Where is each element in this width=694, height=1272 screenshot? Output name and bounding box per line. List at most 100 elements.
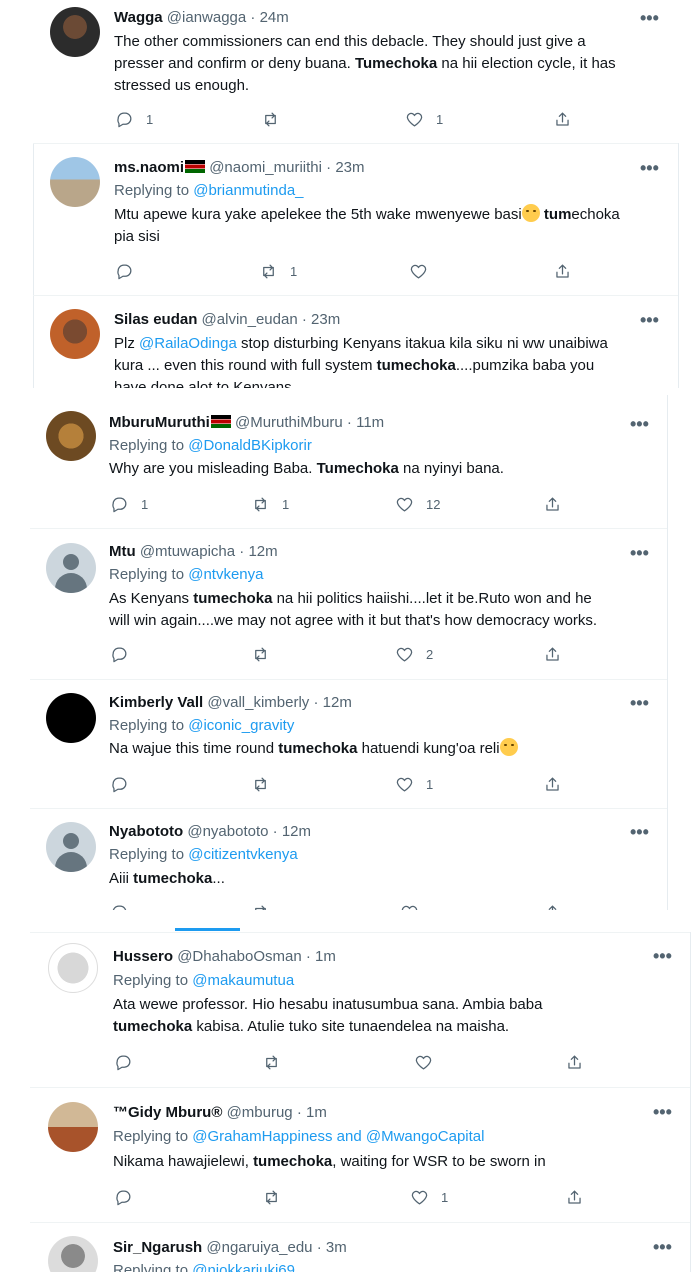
like-button[interactable] [400, 903, 419, 910]
avatar[interactable] [46, 543, 96, 593]
like-button[interactable]: 1 [405, 110, 443, 129]
mention-link[interactable]: @citizentvkenya [188, 846, 297, 863]
mention-link[interactable]: @ntvkenya [188, 566, 263, 583]
share-button[interactable] [565, 1188, 584, 1207]
reply-button[interactable] [110, 775, 129, 794]
retweet-button[interactable] [251, 903, 270, 910]
handle[interactable]: @mtuwapicha [140, 543, 235, 560]
more-options-icon[interactable]: ••• [653, 947, 672, 965]
handle[interactable]: @ngaruiya_edu [206, 1239, 312, 1256]
tweet[interactable]: ™Gidy Mburu® @mburug · 1m ••• Replying t… [0, 1088, 694, 1222]
reply-button[interactable] [114, 1188, 133, 1207]
share-button[interactable] [543, 775, 562, 794]
handle[interactable]: @vall_kimberly [207, 694, 309, 711]
reply-button[interactable] [114, 1053, 133, 1072]
mention-link[interactable]: @RailaOdinga [139, 335, 237, 352]
share-button[interactable] [543, 495, 562, 514]
display-name[interactable]: Mtu [109, 543, 136, 560]
tweet[interactable]: Kimberly Vall @vall_kimberly · 12m ••• R… [0, 680, 694, 808]
like-button[interactable] [414, 1053, 433, 1072]
more-options-icon[interactable]: ••• [630, 823, 649, 841]
tweet[interactable]: MburuMuruthi @MuruthiMburu · 11m ••• Rep… [0, 395, 694, 528]
handle[interactable]: @MuruthiMburu [235, 414, 343, 431]
like-button[interactable]: 1 [410, 1188, 448, 1207]
avatar[interactable] [48, 943, 98, 993]
tweet[interactable]: Silas eudan @alvin_eudan · 23m ••• Plz @… [0, 296, 694, 388]
mention-link[interactable]: @GrahamHappiness and @MwangoCapital [192, 1128, 484, 1145]
display-name[interactable]: ™Gidy Mburu® [113, 1104, 222, 1121]
timestamp[interactable]: 12m [282, 823, 311, 840]
timestamp[interactable]: 1m [315, 948, 336, 965]
timestamp[interactable]: 23m [311, 311, 340, 328]
retweet-button[interactable] [262, 1053, 281, 1072]
handle[interactable]: @DhahaboOsman [177, 948, 301, 965]
more-options-icon[interactable]: ••• [653, 1238, 672, 1256]
mention-link[interactable]: @DonaldBKipkorir [188, 437, 312, 454]
mention-link[interactable]: @njokkariuki69 [192, 1262, 295, 1272]
mention-link[interactable]: @brianmutinda_ [193, 182, 303, 199]
tweet[interactable]: ms.naomi @naomi_muriithi · 23m ••• Reply… [0, 144, 694, 295]
share-button[interactable] [543, 903, 562, 910]
tweet[interactable]: Mtu @mtuwapicha · 12m ••• Replying to @n… [0, 529, 694, 679]
timestamp[interactable]: 24m [260, 9, 289, 26]
share-button[interactable] [553, 110, 572, 129]
display-name[interactable]: Kimberly Vall [109, 694, 203, 711]
timestamp[interactable]: 3m [326, 1239, 347, 1256]
more-options-icon[interactable]: ••• [640, 159, 659, 177]
tweet[interactable]: Sir_Ngarush @ngaruiya_edu · 3m ••• Reply… [0, 1223, 694, 1272]
timestamp[interactable]: 23m [335, 159, 364, 176]
more-options-icon[interactable]: ••• [640, 311, 659, 329]
share-button[interactable] [553, 262, 572, 281]
avatar[interactable] [46, 693, 96, 743]
display-name[interactable]: Silas eudan [114, 311, 197, 328]
more-options-icon[interactable]: ••• [653, 1103, 672, 1121]
retweet-button[interactable]: 1 [251, 495, 289, 514]
handle[interactable]: @alvin_eudan [202, 311, 298, 328]
retweet-button[interactable] [251, 775, 270, 794]
retweet-button[interactable]: 1 [259, 262, 297, 281]
timestamp[interactable]: 11m [356, 414, 384, 431]
reply-button[interactable] [110, 903, 129, 910]
tweet[interactable]: Hussero @DhahaboOsman · 1m ••• Replying … [0, 933, 694, 1087]
avatar[interactable] [50, 7, 100, 57]
avatar[interactable] [46, 411, 96, 461]
more-options-icon[interactable]: ••• [630, 694, 649, 712]
reply-button[interactable] [110, 645, 129, 664]
more-options-icon[interactable]: ••• [630, 544, 649, 562]
reply-button[interactable] [115, 262, 134, 281]
share-button[interactable] [565, 1053, 584, 1072]
mention-link[interactable]: @makaumutua [192, 972, 294, 989]
timestamp[interactable]: 12m [248, 543, 277, 560]
like-button[interactable]: 1 [395, 775, 433, 794]
timestamp[interactable]: 1m [306, 1104, 327, 1121]
tweet[interactable]: Wagga @ianwagga · 24m ••• The other comm… [0, 0, 694, 143]
avatar[interactable] [50, 309, 100, 359]
reply-button[interactable]: 1 [110, 495, 148, 514]
retweet-button[interactable] [262, 1188, 281, 1207]
like-button[interactable]: 2 [395, 645, 433, 664]
handle[interactable]: @naomi_muriithi [209, 159, 322, 176]
retweet-button[interactable] [261, 110, 280, 129]
mention-link[interactable]: @iconic_gravity [188, 717, 294, 734]
handle[interactable]: @ianwagga [167, 9, 246, 26]
handle[interactable]: @mburug [227, 1104, 293, 1121]
avatar[interactable] [48, 1236, 98, 1272]
avatar[interactable] [50, 157, 100, 207]
avatar[interactable] [48, 1102, 98, 1152]
like-button[interactable] [409, 262, 428, 281]
timestamp[interactable]: 12m [323, 694, 352, 711]
reply-button[interactable]: 1 [115, 110, 153, 129]
tweet[interactable]: Nyabototo @nyabototo · 12m ••• Replying … [0, 809, 694, 910]
retweet-button[interactable] [251, 645, 270, 664]
like-button[interactable]: 12 [395, 495, 440, 514]
display-name[interactable]: ms.naomi [114, 159, 184, 176]
more-options-icon[interactable]: ••• [640, 9, 659, 27]
display-name[interactable]: Wagga [114, 9, 163, 26]
display-name[interactable]: MburuMuruthi [109, 414, 210, 431]
display-name[interactable]: Nyabototo [109, 823, 183, 840]
share-button[interactable] [543, 645, 562, 664]
avatar[interactable] [46, 822, 96, 872]
display-name[interactable]: Hussero [113, 948, 173, 965]
more-options-icon[interactable]: ••• [630, 415, 649, 433]
display-name[interactable]: Sir_Ngarush [113, 1239, 202, 1256]
